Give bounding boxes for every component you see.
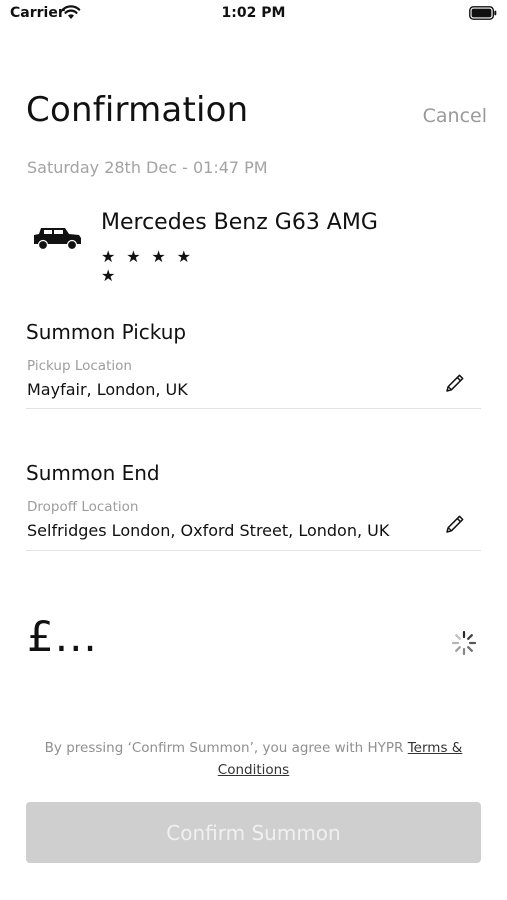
pickup-divider bbox=[26, 408, 481, 409]
star-icon: ★ bbox=[126, 247, 141, 266]
status-bar: Carrier 1:02 PM bbox=[0, 0, 507, 28]
price-value: £... bbox=[27, 612, 98, 661]
star-icon: ★ bbox=[176, 247, 191, 266]
car-name: Mercedes Benz G63 AMG bbox=[101, 210, 378, 235]
terms-text: By pressing ‘Confirm Summon’, you agree … bbox=[44, 740, 404, 756]
dropoff-edit-icon[interactable] bbox=[444, 513, 466, 535]
dropoff-section-title: Summon End bbox=[26, 461, 160, 485]
pickup-location-value[interactable]: Mayfair, London, UK bbox=[27, 380, 188, 399]
terms-notice: By pressing ‘Confirm Summon’, you agree … bbox=[40, 737, 467, 781]
pickup-edit-icon[interactable] bbox=[444, 372, 466, 394]
page-title: Confirmation bbox=[26, 90, 249, 130]
confirm-summon-button[interactable]: Confirm Summon bbox=[26, 802, 481, 863]
star-icon: ★ bbox=[101, 247, 116, 266]
loading-spinner-icon bbox=[451, 630, 477, 656]
car-icon bbox=[34, 228, 81, 251]
status-time: 1:02 PM bbox=[221, 5, 286, 21]
star-icon: ★ bbox=[101, 266, 116, 285]
cancel-button[interactable]: Cancel bbox=[423, 105, 487, 127]
pickup-section-title: Summon Pickup bbox=[26, 320, 187, 344]
dropoff-location-value[interactable]: Selfridges London, Oxford Street, London… bbox=[27, 521, 389, 540]
booking-datetime: Saturday 28th Dec - 01:47 PM bbox=[27, 158, 268, 177]
dropoff-label: Dropoff Location bbox=[27, 499, 139, 515]
star-icon: ★ bbox=[151, 247, 166, 266]
pickup-label: Pickup Location bbox=[27, 358, 132, 374]
battery-icon bbox=[469, 6, 497, 20]
car-rating: ★ ★ ★ ★★ bbox=[101, 247, 221, 284]
dropoff-divider bbox=[26, 550, 481, 551]
